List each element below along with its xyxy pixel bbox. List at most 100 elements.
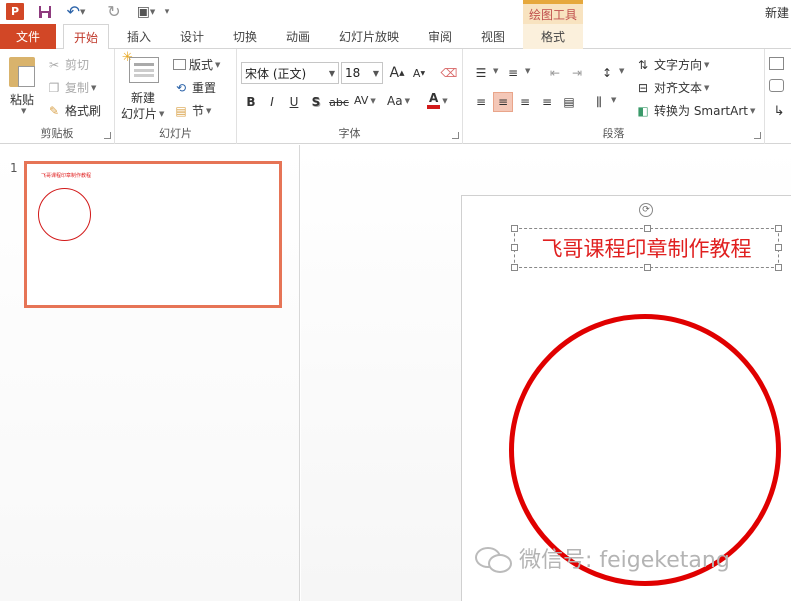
- powerpoint-logo-icon: P: [6, 3, 24, 20]
- distributed-icon[interactable]: ▤: [559, 92, 579, 112]
- chevron-down-icon[interactable]: ▼: [206, 107, 211, 115]
- paste-icon[interactable]: [9, 57, 35, 87]
- resize-handle[interactable]: [775, 264, 782, 271]
- chevron-down-icon[interactable]: ▼: [80, 8, 85, 16]
- slide-title-text[interactable]: 飞哥课程印章制作教程: [542, 233, 752, 263]
- increase-indent-icon[interactable]: ⇥: [567, 63, 587, 83]
- chevron-down-icon[interactable]: ▼: [329, 69, 335, 78]
- columns-icon[interactable]: ⫼: [589, 92, 609, 112]
- chevron-down-icon[interactable]: ▼: [704, 84, 709, 92]
- paragraph-launcher-icon[interactable]: [754, 132, 761, 139]
- shrink-font-button[interactable]: A ▼: [409, 63, 429, 83]
- resize-handle[interactable]: [511, 225, 518, 232]
- section-button[interactable]: ▤ 节 ▼: [173, 102, 211, 119]
- chevron-down-icon[interactable]: ▼: [91, 84, 96, 92]
- align-left-icon[interactable]: ≡: [471, 92, 491, 112]
- tab-design[interactable]: 设计: [169, 24, 215, 49]
- tab-animations[interactable]: 动画: [275, 24, 321, 49]
- title-textbox[interactable]: 飞哥课程印章制作教程: [511, 225, 782, 271]
- bold-button[interactable]: B: [241, 92, 261, 112]
- chevron-down-icon[interactable]: ▼: [159, 110, 164, 118]
- text-direction-button[interactable]: ⇅ 文字方向 ▼: [635, 56, 709, 73]
- reset-button[interactable]: ⟲ 重置: [173, 79, 216, 96]
- font-size-select[interactable]: 18 ▼: [341, 62, 383, 84]
- start-from-beginning-icon[interactable]: ▣ ▼: [136, 3, 156, 20]
- grow-font-button[interactable]: A ▲: [387, 63, 407, 83]
- paste-button[interactable]: 粘贴: [10, 91, 34, 108]
- italic-button[interactable]: I: [262, 92, 282, 112]
- change-case-button[interactable]: Aa ▼: [387, 94, 410, 108]
- new-slide-button-line1[interactable]: 新建: [131, 89, 155, 106]
- format-painter-label: 格式刷: [65, 104, 102, 118]
- numbering-icon[interactable]: ≡: [503, 63, 523, 83]
- slide-thumbnail[interactable]: 飞哥课程印章制作教程: [24, 161, 282, 308]
- tab-slideshow[interactable]: 幻灯片放映: [328, 24, 410, 49]
- decrease-indent-icon[interactable]: ⇤: [545, 63, 565, 83]
- chevron-down-icon[interactable]: ▼: [704, 61, 709, 69]
- line-spacing-icon[interactable]: ↕: [597, 63, 617, 83]
- format-painter-button[interactable]: ✎ 格式刷: [46, 102, 101, 119]
- new-slide-icon[interactable]: [122, 50, 159, 83]
- customize-toolbar-icon[interactable]: ▾: [162, 3, 172, 20]
- reset-icon: ⟲: [175, 80, 187, 95]
- align-text-button[interactable]: ⊟ 对齐文本 ▼: [635, 79, 709, 96]
- tab-view[interactable]: 视图: [470, 24, 516, 49]
- resize-handle[interactable]: [644, 264, 651, 271]
- underline-button[interactable]: U: [284, 92, 304, 112]
- resize-handle[interactable]: [775, 225, 782, 232]
- chevron-down-icon[interactable]: ▼: [215, 61, 220, 69]
- tab-home[interactable]: 开始: [63, 24, 109, 50]
- save-icon[interactable]: [37, 3, 53, 20]
- character-spacing-button[interactable]: AV ▼: [354, 94, 376, 107]
- bullets-icon[interactable]: ☰: [471, 63, 491, 83]
- font-name-select[interactable]: 宋体 (正文) ▼: [241, 62, 339, 84]
- clear-formatting-button[interactable]: ⌫: [439, 63, 459, 83]
- chevron-down-icon[interactable]: ▼: [370, 97, 375, 105]
- tab-file[interactable]: 文件: [0, 24, 56, 49]
- tab-review[interactable]: 审阅: [417, 24, 463, 49]
- convert-smartart-button[interactable]: ◧ 转换为 SmartArt ▼: [635, 102, 755, 119]
- slide-canvas[interactable]: ⟳ 飞哥课程印章制作教程: [461, 195, 791, 601]
- strikethrough-button[interactable]: abc: [327, 92, 351, 112]
- chevron-down-icon[interactable]: ▼: [21, 107, 26, 115]
- chevron-down-icon[interactable]: ▼: [405, 97, 410, 105]
- align-center-icon[interactable]: ≡: [493, 92, 513, 112]
- chevron-down-icon[interactable]: ▼: [491, 67, 498, 75]
- chevron-down-icon[interactable]: ▼: [373, 69, 379, 78]
- wechat-icon: [475, 545, 512, 573]
- chevron-down-icon[interactable]: ▼: [617, 67, 624, 75]
- resize-handle[interactable]: [511, 264, 518, 271]
- copy-icon: ❐: [48, 80, 60, 95]
- align-right-icon[interactable]: ≡: [515, 92, 535, 112]
- font-color-button[interactable]: A ▼: [427, 92, 448, 109]
- copy-button[interactable]: ❐ 复制 ▼: [46, 79, 97, 96]
- cut-button[interactable]: ✂ 剪切: [46, 56, 89, 73]
- shape-textbox-icon[interactable]: [769, 57, 784, 70]
- resize-handle[interactable]: [775, 244, 782, 251]
- chevron-down-icon[interactable]: ▼: [150, 8, 155, 16]
- rotate-handle-icon[interactable]: ⟳: [639, 203, 653, 217]
- tab-format[interactable]: 格式: [523, 24, 583, 49]
- chevron-down-icon[interactable]: ▼: [442, 97, 447, 105]
- slide-thumbnail-pane: 1 飞哥课程印章制作教程: [0, 145, 300, 601]
- font-launcher-icon[interactable]: [452, 132, 459, 139]
- clipboard-group: 粘贴 ▼ ✂ 剪切 ❐ 复制 ▼ ✎ 格式刷 剪贴板: [0, 49, 115, 144]
- resize-handle[interactable]: [511, 244, 518, 251]
- chevron-down-icon[interactable]: ▼: [750, 107, 755, 115]
- layout-button[interactable]: 版式 ▼: [173, 56, 220, 73]
- shadow-button[interactable]: S: [306, 92, 326, 112]
- paragraph-group-label: 段落: [602, 127, 625, 140]
- watermark-text: 微信号: feigeketang: [519, 548, 730, 573]
- new-slide-button[interactable]: 幻灯片 ▼: [121, 105, 164, 122]
- tab-transitions[interactable]: 切换: [222, 24, 268, 49]
- undo-icon[interactable]: ↶ ▼: [66, 2, 86, 21]
- redo-icon[interactable]: ↻: [106, 2, 122, 21]
- chevron-down-icon[interactable]: ▼: [523, 67, 530, 75]
- shape-arrow-icon[interactable]: ↳: [769, 101, 789, 121]
- chevron-down-icon[interactable]: ▼: [609, 96, 616, 104]
- tab-insert[interactable]: 插入: [116, 24, 162, 49]
- justify-icon[interactable]: ≡: [537, 92, 557, 112]
- resize-handle[interactable]: [644, 225, 651, 232]
- shape-rounded-rect-icon[interactable]: [769, 79, 784, 92]
- clipboard-launcher-icon[interactable]: [104, 132, 111, 139]
